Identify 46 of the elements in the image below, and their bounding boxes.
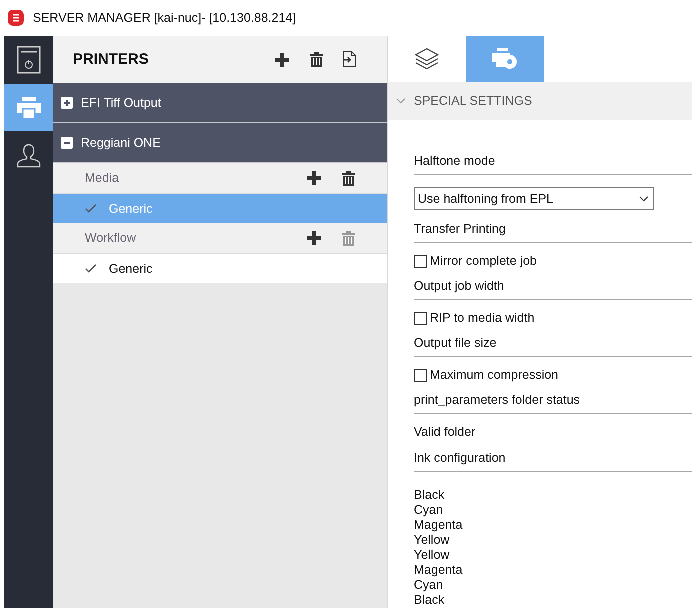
trash-icon xyxy=(342,230,354,246)
printer-row[interactable]: Reggiani ONE xyxy=(53,123,387,163)
setting-label: Transfer Printing xyxy=(414,222,506,236)
printer-icon xyxy=(16,96,40,118)
check-icon xyxy=(85,264,97,273)
setting-label: print_parameters folder status xyxy=(414,393,580,407)
ink-name: Black xyxy=(414,593,446,608)
ink-name: Black xyxy=(414,488,446,503)
app-logo-icon xyxy=(8,10,24,26)
plus-icon xyxy=(307,171,321,185)
section-label: Workflow xyxy=(85,231,138,245)
import-file-icon xyxy=(343,51,357,68)
panel-title: PRINTERS xyxy=(73,51,150,68)
trash-icon xyxy=(310,52,322,67)
checkbox[interactable] xyxy=(414,368,427,382)
ink-name: Yellow xyxy=(414,533,451,548)
checkbox[interactable] xyxy=(414,312,427,324)
checkbox-option[interactable]: RIP to media width xyxy=(414,306,692,330)
chevron-down-icon xyxy=(639,196,649,202)
plus-icon xyxy=(275,52,289,66)
halftone-dropdown[interactable]: Use halftoning from EPL xyxy=(414,187,654,210)
ink-name: Yellow xyxy=(414,548,451,563)
checkbox-option[interactable]: Maximum compression xyxy=(414,363,692,387)
layers-icon xyxy=(415,48,439,70)
plus-icon xyxy=(307,231,321,245)
check-icon xyxy=(85,204,97,213)
section-header[interactable]: SPECIAL SETTINGS xyxy=(388,82,692,120)
setting-label: Halftone mode xyxy=(414,154,496,168)
list-item[interactable]: Generic xyxy=(53,254,387,283)
ink-name: Magenta xyxy=(414,518,464,533)
printer-gear-icon xyxy=(492,48,518,70)
ink-name: Cyan xyxy=(414,503,444,518)
ink-name: Magenta xyxy=(414,563,464,578)
server-power-icon xyxy=(16,46,40,74)
setting-label: Output job width xyxy=(414,279,504,293)
trash-icon xyxy=(342,170,354,186)
printer-row[interactable]: EFI Tiff Output xyxy=(53,83,387,123)
setting-label: Output file size xyxy=(414,336,497,350)
section-label: Media xyxy=(85,171,120,185)
status-text: Valid folder xyxy=(414,424,477,441)
setting-label: Ink configuration xyxy=(414,451,506,465)
user-icon xyxy=(16,144,40,168)
window-title: SERVER MANAGER [kai-nuc]- [10.130.88.214] xyxy=(33,11,296,25)
checkbox-option[interactable]: Mirror complete job xyxy=(414,249,692,273)
checkbox[interactable] xyxy=(414,254,427,268)
ink-name: Cyan xyxy=(414,578,444,593)
